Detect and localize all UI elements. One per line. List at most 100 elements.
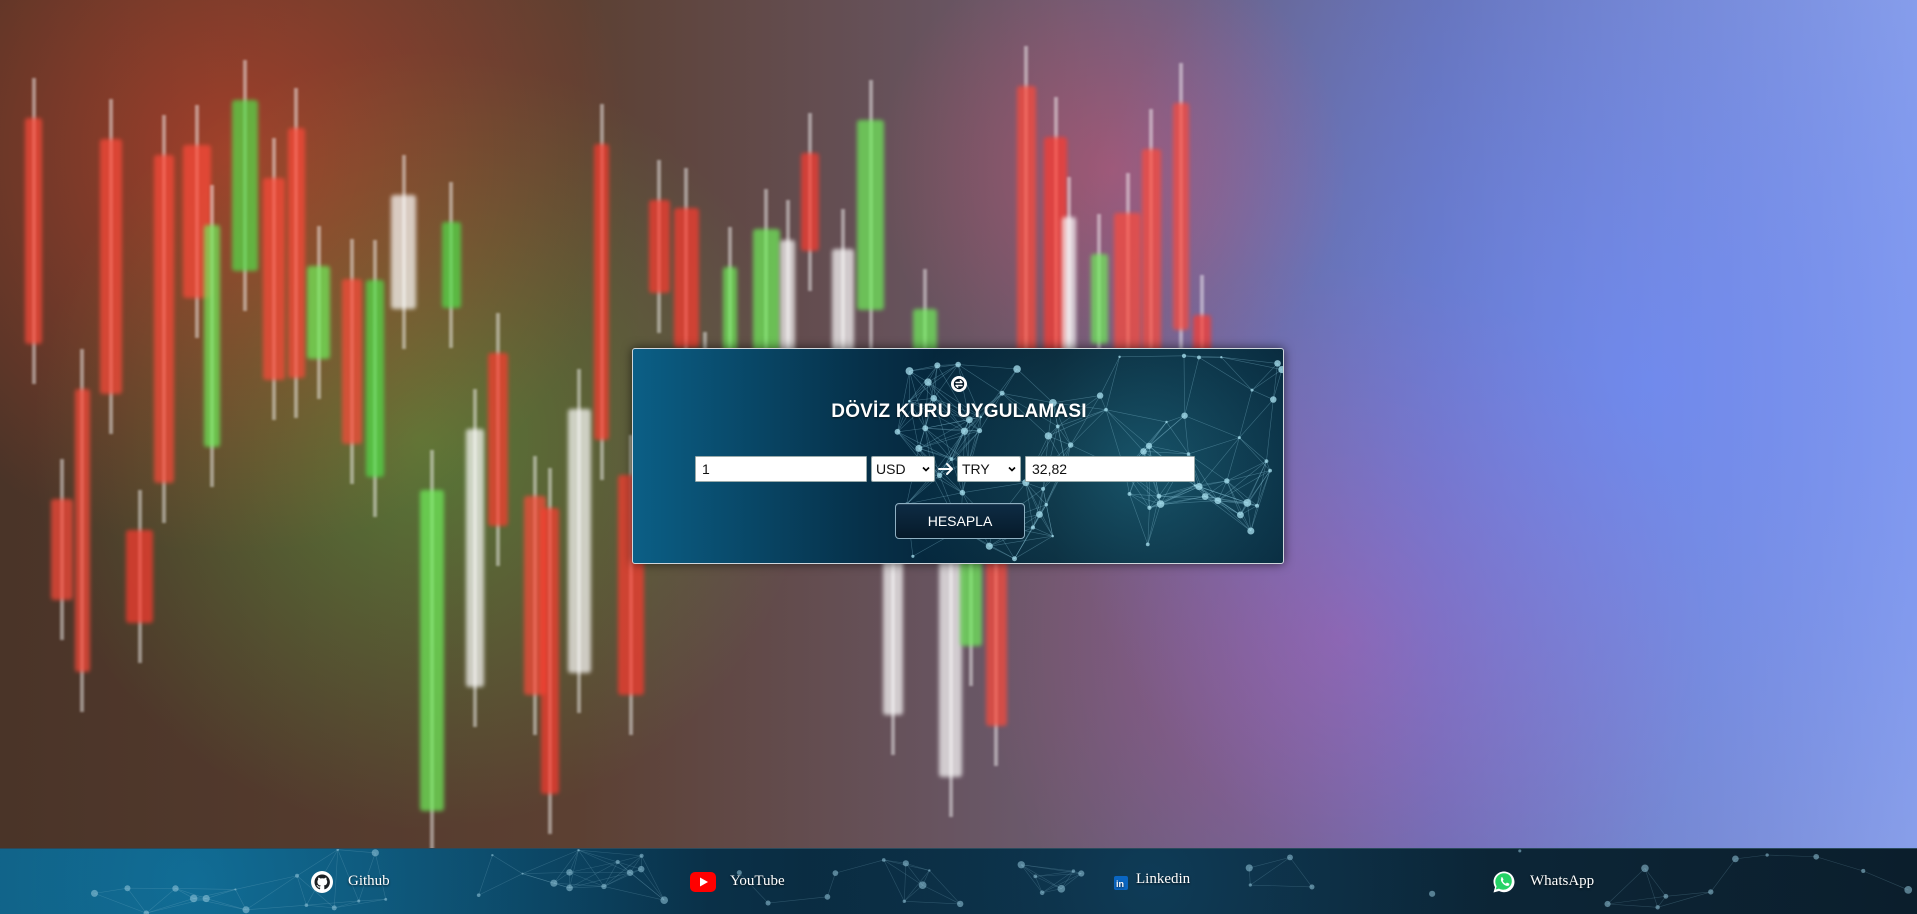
network-line bbox=[1195, 486, 1218, 501]
network-node bbox=[928, 869, 930, 871]
network-line bbox=[1205, 496, 1218, 500]
network-line bbox=[194, 898, 246, 909]
network-node bbox=[903, 860, 909, 866]
network-node bbox=[640, 854, 644, 858]
network-node bbox=[521, 873, 523, 875]
background-candle bbox=[594, 144, 609, 440]
network-line bbox=[1149, 422, 1167, 446]
network-line bbox=[1143, 446, 1149, 451]
background-candle bbox=[568, 409, 591, 673]
network-line bbox=[1195, 486, 1205, 497]
network-node bbox=[1255, 504, 1259, 508]
network-node bbox=[960, 490, 966, 496]
network-node bbox=[1708, 889, 1713, 894]
network-line bbox=[1199, 438, 1239, 487]
background-candle bbox=[154, 155, 174, 483]
network-line bbox=[1218, 501, 1251, 531]
network-line bbox=[1252, 390, 1273, 399]
network-node bbox=[1243, 499, 1251, 507]
network-node bbox=[1429, 891, 1435, 897]
network-line bbox=[928, 365, 937, 382]
network-line bbox=[1039, 489, 1043, 515]
network-node bbox=[1268, 469, 1272, 473]
network-line bbox=[1205, 496, 1251, 531]
network-line bbox=[1039, 505, 1046, 515]
network-line bbox=[1239, 438, 1266, 461]
network-line bbox=[1645, 868, 1658, 907]
network-node bbox=[638, 866, 644, 872]
network-node bbox=[1140, 448, 1146, 454]
to-currency-value: TRY bbox=[962, 461, 990, 477]
network-node bbox=[1078, 870, 1084, 876]
amount-input[interactable]: 1 bbox=[695, 456, 867, 482]
network-line bbox=[951, 420, 969, 459]
network-line bbox=[1205, 481, 1227, 497]
from-currency-select[interactable]: USD bbox=[871, 456, 935, 482]
network-line bbox=[246, 876, 297, 910]
calculate-button[interactable]: HESAPLA bbox=[895, 503, 1025, 539]
background-candle bbox=[391, 195, 416, 309]
network-node bbox=[1118, 356, 1120, 358]
background-candle bbox=[100, 139, 122, 394]
network-line bbox=[1149, 504, 1160, 508]
converter-card: DÖVİZ KURU UYGULAMASI 1 USD TRY 32,82 HE… bbox=[632, 348, 1284, 564]
network-node bbox=[1057, 885, 1065, 893]
network-node bbox=[305, 903, 309, 907]
linkedin-label: Linkedin bbox=[1136, 871, 1190, 888]
network-line bbox=[1026, 483, 1040, 515]
network-node bbox=[1655, 905, 1659, 909]
network-line bbox=[1250, 885, 1312, 887]
whatsapp-link[interactable]: WhatsApp bbox=[1492, 849, 1594, 914]
network-line bbox=[1240, 503, 1247, 515]
result-input[interactable]: 32,82 bbox=[1025, 456, 1195, 482]
github-link[interactable]: Github bbox=[310, 849, 390, 914]
network-line bbox=[1143, 422, 1166, 451]
network-line bbox=[925, 428, 964, 431]
network-node bbox=[1249, 883, 1252, 886]
network-node bbox=[1182, 354, 1186, 358]
network-line bbox=[1120, 356, 1184, 357]
network-node bbox=[1765, 853, 1768, 856]
background-candle bbox=[674, 208, 699, 348]
network-line bbox=[1043, 489, 1046, 505]
network-node bbox=[234, 888, 236, 890]
github-label: Github bbox=[348, 873, 390, 890]
network-line bbox=[1247, 503, 1257, 506]
network-node bbox=[1220, 356, 1222, 358]
network-line bbox=[1250, 857, 1290, 885]
network-line bbox=[1608, 868, 1645, 904]
network-line bbox=[1048, 426, 1057, 435]
network-line bbox=[1021, 865, 1042, 893]
network-line bbox=[1149, 496, 1159, 508]
youtube-link[interactable]: YouTube bbox=[690, 849, 785, 914]
network-node bbox=[1072, 869, 1075, 872]
network-line bbox=[1257, 461, 1266, 506]
network-line bbox=[146, 898, 193, 913]
network-node bbox=[1045, 432, 1052, 439]
network-node bbox=[825, 894, 831, 900]
network-line bbox=[958, 365, 1017, 369]
background-candle bbox=[420, 490, 444, 811]
background-candle bbox=[366, 280, 384, 477]
network-line bbox=[1130, 494, 1161, 504]
network-node bbox=[172, 885, 178, 891]
network-line bbox=[1199, 487, 1257, 506]
network-line bbox=[904, 901, 960, 904]
youtube-icon bbox=[690, 870, 716, 894]
network-node bbox=[986, 543, 993, 550]
to-currency-select[interactable]: TRY bbox=[957, 456, 1021, 482]
network-line bbox=[1100, 357, 1119, 396]
network-node bbox=[1861, 869, 1865, 873]
footer-network-decoration bbox=[0, 849, 1917, 914]
network-node bbox=[1097, 392, 1103, 398]
network-line bbox=[206, 899, 246, 910]
network-line bbox=[1195, 486, 1247, 503]
linkedin-link[interactable]: in Linkedin bbox=[1114, 849, 1190, 909]
network-node bbox=[295, 874, 299, 878]
network-line bbox=[194, 889, 236, 898]
network-line bbox=[1058, 426, 1071, 445]
background-candle bbox=[488, 353, 508, 527]
network-line bbox=[1161, 486, 1195, 505]
network-node bbox=[1246, 864, 1253, 871]
network-line bbox=[1266, 461, 1270, 470]
